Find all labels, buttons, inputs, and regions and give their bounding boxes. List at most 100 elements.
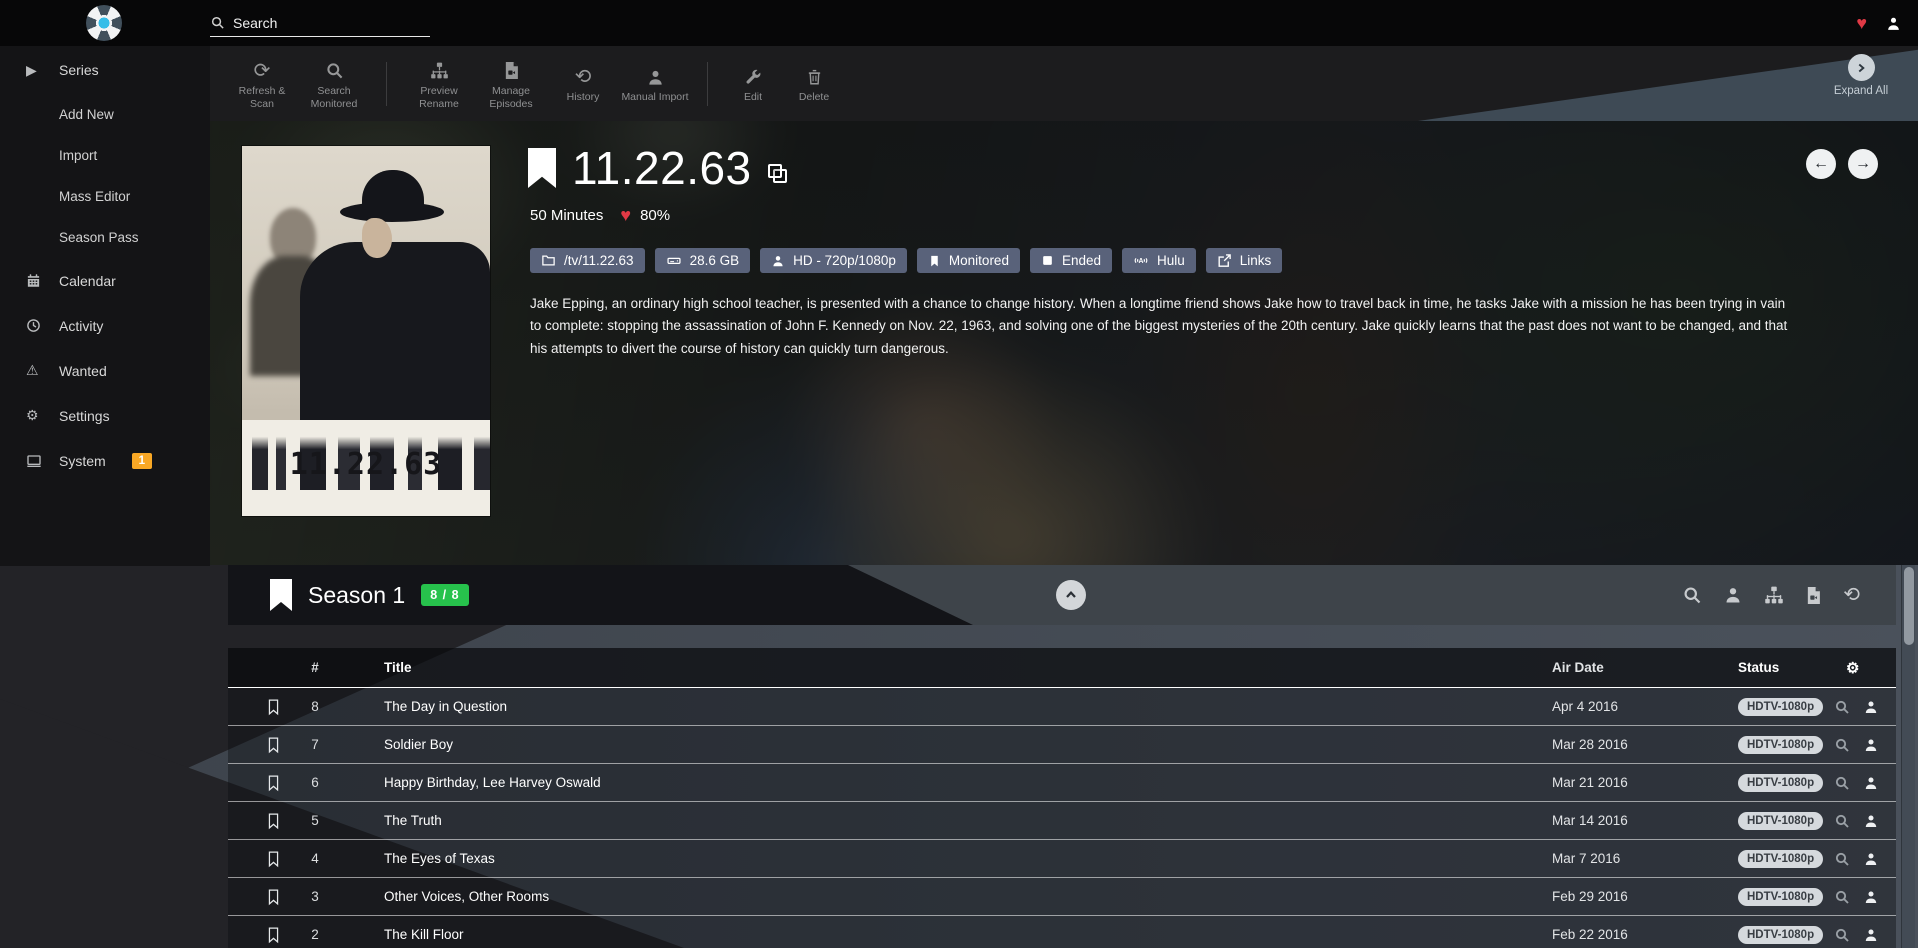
episode-monitored-bookmark-icon[interactable] [266,736,281,754]
episode-interactive-search-icon[interactable] [1863,927,1879,943]
episode-title[interactable]: Happy Birthday, Lee Harvey Oswald [346,775,1552,790]
monitored-bookmark-icon[interactable] [528,148,556,188]
manual-import-button[interactable]: Manual Import [619,62,691,104]
scrollbar-thumb[interactable] [1904,567,1914,645]
user-account-icon[interactable] [1885,15,1902,32]
season-interactive-search-icon[interactable] [1723,585,1743,605]
series-poster[interactable]: 11.22.63 [242,146,490,516]
clock-icon [26,318,50,333]
chevron-up-icon [1063,587,1079,603]
episode-number: 5 [284,813,346,828]
episode-row[interactable]: 4 The Eyes of Texas Mar 7 2016 HDTV-1080… [228,840,1896,878]
episode-title[interactable]: The Truth [346,813,1552,828]
episode-monitored-bookmark-icon[interactable] [266,888,281,906]
episode-row[interactable]: 8 The Day in Question Apr 4 2016 HDTV-10… [228,688,1896,726]
season-monitored-bookmark-icon[interactable] [270,579,292,611]
series-rating: 80% [640,207,670,224]
episode-row[interactable]: 7 Soldier Boy Mar 28 2016 HDTV-1080p [228,726,1896,764]
sidebar-item-system[interactable]: System 1 [0,438,210,483]
edit-button[interactable]: Edit [724,62,782,104]
sidebar-item-wanted[interactable]: ⚠ Wanted [0,348,210,393]
manage-episodes-button[interactable]: Manage Episodes [475,56,547,111]
series-overview: Jake Epping, an ordinary high school tea… [530,293,1798,360]
search-field[interactable] [210,9,430,37]
size-on-disk-badge[interactable]: 28.6 GB [655,248,751,273]
episode-title[interactable]: Soldier Boy [346,737,1552,752]
episode-title[interactable]: The Kill Floor [346,927,1552,942]
episode-search-icon[interactable] [1834,737,1850,753]
vertical-scrollbar[interactable] [1901,565,1915,948]
episode-interactive-search-icon[interactable] [1863,889,1879,905]
refresh-scan-button[interactable]: ⟳ Refresh & Scan [226,56,298,111]
episode-monitored-bookmark-icon[interactable] [266,774,281,792]
sidebar-item-import[interactable]: Import [0,135,210,176]
episode-search-icon[interactable] [1834,889,1850,905]
delete-button[interactable]: Delete [782,62,846,104]
season-episode-file-icon[interactable] [1805,586,1822,605]
episode-search-icon[interactable] [1834,927,1850,943]
episode-search-icon[interactable] [1834,699,1850,715]
sidebar-item-settings[interactable]: ⚙ Settings [0,393,210,438]
expand-all-button[interactable]: Expand All [1818,54,1904,97]
quality-profile-badge[interactable]: HD - 720p/1080p [760,248,907,273]
episode-interactive-search-icon[interactable] [1863,737,1879,753]
search-input[interactable] [233,15,413,31]
sidebar-item-mass-editor[interactable]: Mass Editor [0,176,210,217]
collapse-season-button[interactable] [1056,580,1086,610]
season-header[interactable]: Season 1 8 / 8 ⟲ [228,565,1896,625]
sidebar-item-series[interactable]: ▶ Series [0,46,210,94]
monitored-value: Monitored [949,253,1009,268]
episode-search-icon[interactable] [1834,813,1850,829]
table-options-gear-icon[interactable]: ⚙ [1846,659,1859,677]
season-search-icon[interactable] [1682,585,1702,605]
episode-monitored-bookmark-icon[interactable] [266,850,281,868]
season-history-icon[interactable]: ⟲ [1843,585,1860,605]
previous-series-button[interactable]: ← [1806,149,1836,179]
search-icon [210,15,225,30]
episode-search-icon[interactable] [1834,851,1850,867]
header-air-date[interactable]: Air Date [1552,660,1738,675]
header-number[interactable]: # [284,660,346,675]
episode-monitored-bookmark-icon[interactable] [266,812,281,830]
episode-number: 6 [284,775,346,790]
sidebar-item-add-new[interactable]: Add New [0,94,210,135]
toolbar-button-label: Manual Import [621,91,688,104]
episode-interactive-search-icon[interactable] [1863,851,1879,867]
episode-row[interactable]: 5 The Truth Mar 14 2016 HDTV-1080p [228,802,1896,840]
donate-heart-icon[interactable]: ♥ [1856,14,1867,32]
path-badge[interactable]: /tv/11.22.63 [530,248,645,273]
header-status[interactable]: Status [1738,660,1834,675]
header-title[interactable]: Title [346,660,1552,675]
sidebar-item-calendar[interactable]: Calendar [0,258,210,303]
links-badge[interactable]: Links [1206,248,1283,273]
sonarr-logo-icon[interactable] [86,5,122,41]
sidebar-item-season-pass[interactable]: Season Pass [0,217,210,258]
monitored-badge[interactable]: Monitored [917,248,1020,273]
sidebar-item-activity[interactable]: Activity [0,303,210,348]
search-monitored-button[interactable]: Search Monitored [298,56,370,111]
episode-title[interactable]: The Eyes of Texas [346,851,1552,866]
status-badge[interactable]: Ended [1030,248,1112,273]
episode-monitored-bookmark-icon[interactable] [266,926,281,944]
status-value: Ended [1062,253,1101,268]
network-badge[interactable]: A Hulu [1122,248,1196,273]
episode-title[interactable]: The Day in Question [346,699,1552,714]
episode-row[interactable]: 3 Other Voices, Other Rooms Feb 29 2016 … [228,878,1896,916]
episode-air-date: Mar 14 2016 [1552,813,1738,828]
copy-title-icon[interactable] [768,164,790,186]
series-toolbar: ⟳ Refresh & Scan Search Monitored Previe… [210,46,1918,121]
season-rename-sitemap-icon[interactable] [1764,585,1784,605]
episode-search-icon[interactable] [1834,775,1850,791]
episode-title[interactable]: Other Voices, Other Rooms [346,889,1552,904]
episode-interactive-search-icon[interactable] [1863,699,1879,715]
episode-monitored-bookmark-icon[interactable] [266,698,281,716]
episode-interactive-search-icon[interactable] [1863,775,1879,791]
history-button[interactable]: ⟲ History [547,62,619,104]
episode-row[interactable]: 2 The Kill Floor Feb 22 2016 HDTV-1080p [228,916,1896,948]
links-value: Links [1240,253,1272,268]
preview-rename-button[interactable]: Preview Rename [403,56,475,111]
episode-row[interactable]: 6 Happy Birthday, Lee Harvey Oswald Mar … [228,764,1896,802]
episode-number: 2 [284,927,346,942]
next-series-button[interactable]: → [1848,149,1878,179]
episode-interactive-search-icon[interactable] [1863,813,1879,829]
